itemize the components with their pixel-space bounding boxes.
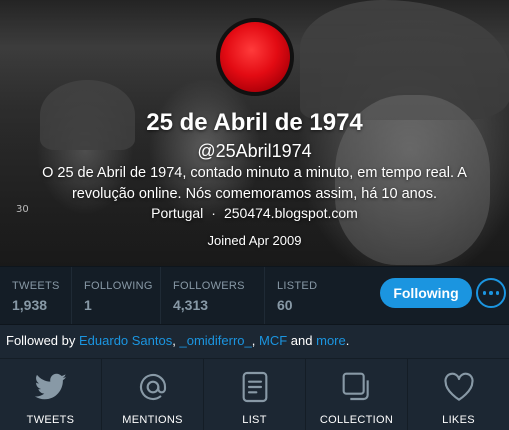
heart-icon [442,370,476,404]
follower-link-eduardo-santos[interactable]: Eduardo Santos [79,333,172,348]
following-button[interactable]: Following [380,278,472,308]
separator-comma: , [172,333,176,348]
tab-list-label: LIST [242,414,267,426]
separator-comma: , [251,333,256,348]
profile-name: 25 de Abril de 1974 [146,109,363,136]
followed-by-prefix: Followed by [6,333,76,348]
follower-link-omidiferro[interactable]: _omidiferro_ [179,333,251,348]
stat-followers-label: FOLLOWERS [173,280,245,292]
stat-following[interactable]: FOLLOWING 1 [72,267,161,325]
stat-tweets-value: 1,938 [12,297,48,313]
more-dot-icon [482,291,487,295]
tab-mentions-label: MENTIONS [122,414,183,426]
profile-meta: Portugal · 250474.blogspot.com [0,205,509,221]
stat-listed-value: 60 [277,297,293,313]
bird-icon [34,370,68,404]
tab-mentions[interactable]: MENTIONS [102,359,204,430]
avatar[interactable] [216,18,294,96]
tab-collection-label: COLLECTION [319,414,394,426]
at-icon [136,370,170,404]
stat-listed-label: LISTED [277,280,318,292]
stat-tweets-label: TWEETS [12,280,60,292]
stat-followers-value: 4,313 [173,297,209,313]
follower-link-mcf[interactable]: MCF [259,333,287,348]
profile-tab-bar: TWEETS MENTIONS LIST COLLECTION LIKES [0,358,509,430]
more-dot-icon [495,291,500,295]
more-dot-icon [489,291,493,295]
followed-by-more-link[interactable]: more [316,333,346,348]
red-carnation-image [220,22,290,92]
profile-website-link[interactable]: 250474.blogspot.com [224,205,358,221]
tab-likes[interactable]: LIKES [408,359,509,430]
stat-listed[interactable]: LISTED 60 [265,267,335,325]
more-options-button[interactable] [476,278,506,308]
followed-by-line: Followed by Eduardo Santos, _omidiferro_… [0,324,509,358]
tab-list[interactable]: LIST [204,359,306,430]
profile-joined-date: Joined Apr 2009 [207,233,302,248]
tab-tweets[interactable]: TWEETS [0,359,102,430]
followed-by-and: and [290,333,313,348]
profile-handle: @25Abril1974 [197,141,312,161]
stat-following-label: FOLLOWING [84,280,153,292]
tab-tweets-label: TWEETS [26,414,75,426]
separator-period: . [345,333,350,348]
list-icon [238,370,272,404]
profile-bio: O 25 de Abril de 1974, contado minuto a … [42,165,467,202]
meta-separator: · [211,205,216,221]
tab-likes-label: LIKES [442,414,475,426]
stat-following-value: 1 [84,297,92,313]
profile-location: Portugal [151,205,204,221]
stat-tweets[interactable]: TWEETS 1,938 [0,267,72,325]
stat-followers[interactable]: FOLLOWERS 4,313 [161,267,265,325]
tab-collection[interactable]: COLLECTION [306,359,408,430]
collection-icon [340,370,374,404]
